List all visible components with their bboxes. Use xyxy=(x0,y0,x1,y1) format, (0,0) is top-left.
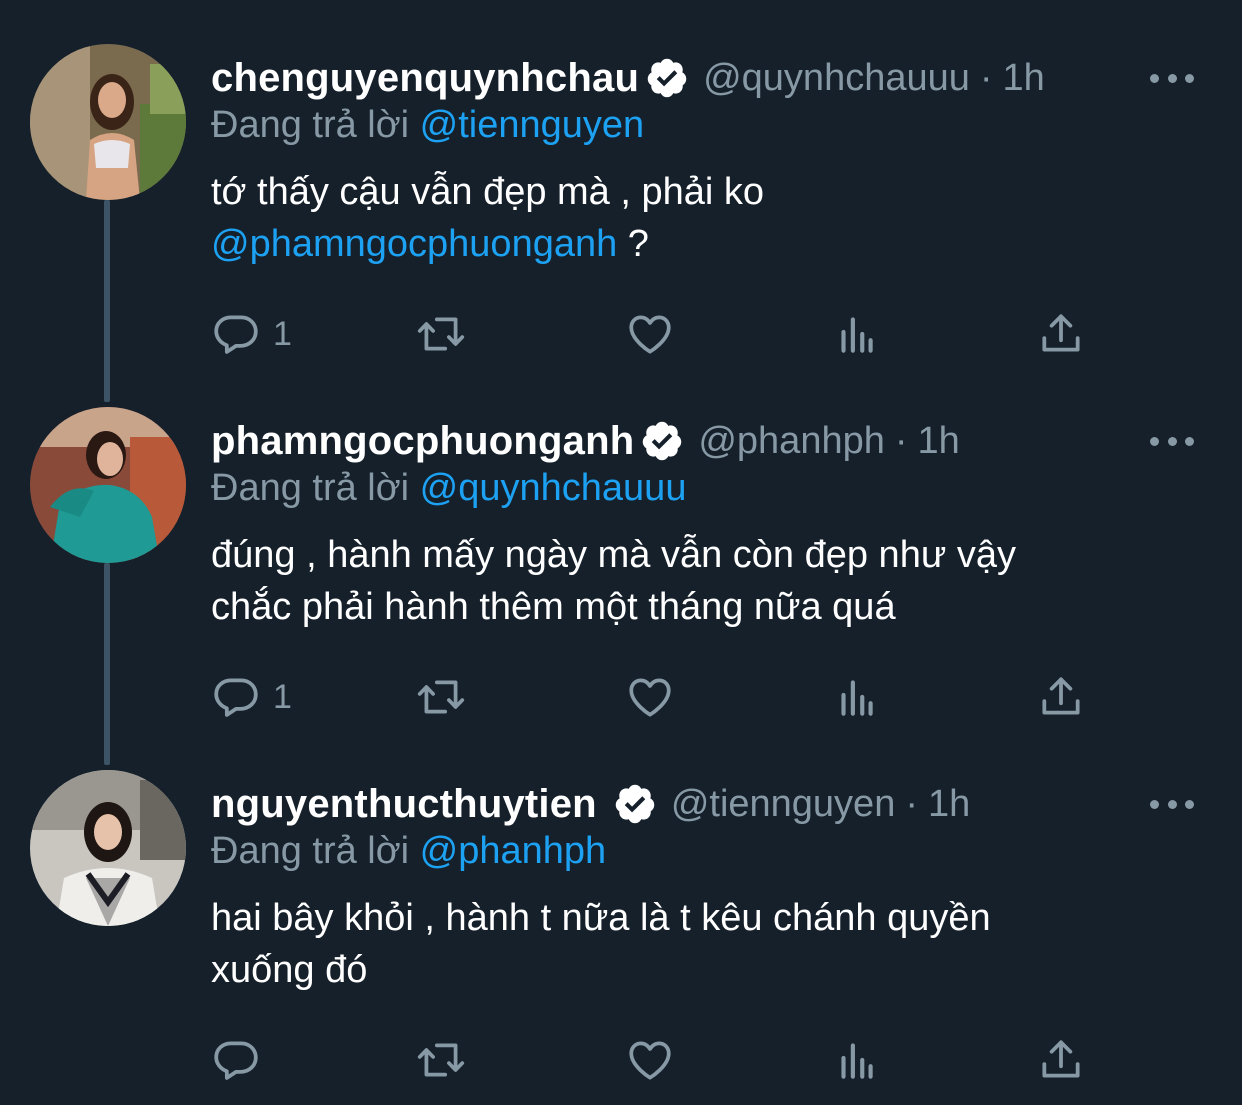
share-button[interactable] xyxy=(1036,1032,1086,1088)
separator: · xyxy=(979,56,993,99)
timestamp[interactable]: 1h xyxy=(928,783,970,826)
tweet-text-suffix: ? xyxy=(617,223,649,265)
avatar[interactable] xyxy=(30,44,186,200)
replying-mention[interactable]: @tiennguyen xyxy=(420,104,645,146)
like-button[interactable] xyxy=(625,1032,675,1088)
action-bar: 1 xyxy=(211,306,1091,362)
handle[interactable]: @quynhchauuu xyxy=(703,57,970,100)
timestamp[interactable]: 1h xyxy=(1003,57,1045,100)
handle[interactable]: @phanhph xyxy=(698,420,885,463)
analytics-icon xyxy=(841,317,873,353)
share-icon xyxy=(1042,314,1080,352)
replying-to: Đang trả lời @tiennguyen xyxy=(211,104,644,147)
tweet-text-line: @phamngocphuonganh ? xyxy=(211,218,1171,270)
retweet-icon xyxy=(417,680,465,714)
tweet-text: hai bây khỏi , hành t nữa là t kêu chánh… xyxy=(211,892,1171,996)
analytics-icon xyxy=(841,1043,873,1079)
verified-icon xyxy=(615,784,655,824)
tweet-text-line: tớ thấy cậu vẫn đẹp mà , phải ko xyxy=(211,171,765,213)
avatar[interactable] xyxy=(30,770,186,926)
mention-link[interactable]: @phamngocphuonganh xyxy=(211,223,617,265)
replying-prefix: Đang trả lời xyxy=(211,830,410,872)
like-icon xyxy=(629,678,671,717)
analytics-icon xyxy=(841,680,873,716)
share-icon xyxy=(1042,677,1080,715)
replying-to: Đang trả lời @phanhph xyxy=(211,830,606,873)
separator: · xyxy=(894,419,908,462)
tweet-text-line: đúng , hành mấy ngày mà vẫn còn đẹp như … xyxy=(211,534,1016,576)
reply-icon xyxy=(214,678,258,717)
like-button[interactable] xyxy=(625,306,675,362)
tweet-header: nguyenthucthuytien @tiennguyen · 1h xyxy=(211,774,970,834)
reply-button[interactable] xyxy=(211,1032,273,1088)
like-icon xyxy=(629,1041,671,1080)
replying-to: Đang trả lời @quynhchauuu xyxy=(211,467,686,510)
share-button[interactable] xyxy=(1036,306,1086,362)
tweet[interactable]: chenguyenquynhchau @quynhchauuu · 1h Đan… xyxy=(0,44,1242,384)
reply-button[interactable]: 1 xyxy=(211,669,292,725)
tweet-header: chenguyenquynhchau @quynhchauuu · 1h xyxy=(211,48,1045,108)
tweet-text: đúng , hành mấy ngày mà vẫn còn đẹp như … xyxy=(211,529,1171,633)
analytics-button[interactable] xyxy=(831,669,881,725)
analytics-button[interactable] xyxy=(831,306,881,362)
like-icon xyxy=(629,315,671,354)
tweet[interactable]: nguyenthucthuytien @tiennguyen · 1h Đang… xyxy=(0,770,1242,1100)
more-icon[interactable] xyxy=(1150,421,1194,461)
share-icon xyxy=(1042,1040,1080,1078)
more-icon[interactable] xyxy=(1150,784,1194,824)
replying-prefix: Đang trả lời xyxy=(211,467,410,509)
avatar[interactable] xyxy=(30,407,186,563)
retweet-icon xyxy=(417,317,465,351)
retweet-button[interactable] xyxy=(416,1032,466,1088)
reply-icon xyxy=(214,315,258,354)
handle[interactable]: @tiennguyen xyxy=(671,783,896,826)
action-bar: 1 xyxy=(211,669,1091,725)
display-name[interactable]: phamngocphuonganh xyxy=(211,419,634,464)
replying-prefix: Đang trả lời xyxy=(211,104,410,146)
display-name[interactable]: nguyenthucthuytien xyxy=(211,782,597,827)
retweet-icon xyxy=(417,1043,465,1077)
tweet-text-line: xuống đó xyxy=(211,949,368,991)
like-button[interactable] xyxy=(625,669,675,725)
tweet-header: phamngocphuonganh @phanhph · 1h xyxy=(211,411,960,471)
analytics-button[interactable] xyxy=(831,1032,881,1088)
verified-icon xyxy=(643,421,682,461)
tweet-text-line: chắc phải hành thêm một tháng nữa quá xyxy=(211,586,896,628)
tweet-text: tớ thấy cậu vẫn đẹp mà , phải ko @phamng… xyxy=(211,166,1171,270)
tweet-text-line: hai bây khỏi , hành t nữa là t kêu chánh… xyxy=(211,897,991,939)
verified-icon xyxy=(647,58,687,98)
reply-count: 1 xyxy=(273,677,292,716)
reply-icon xyxy=(214,1041,258,1080)
reply-button[interactable]: 1 xyxy=(211,306,292,362)
separator: · xyxy=(905,782,918,825)
more-icon[interactable] xyxy=(1150,58,1194,98)
replying-mention[interactable]: @quynhchauuu xyxy=(420,467,687,509)
reply-count: 1 xyxy=(273,314,292,353)
replying-mention[interactable]: @phanhph xyxy=(420,830,607,872)
timestamp[interactable]: 1h xyxy=(918,420,960,463)
retweet-button[interactable] xyxy=(416,669,466,725)
retweet-button[interactable] xyxy=(416,306,466,362)
share-button[interactable] xyxy=(1036,669,1086,725)
action-bar xyxy=(211,1032,1091,1088)
display-name[interactable]: chenguyenquynhchau xyxy=(211,56,639,101)
tweet[interactable]: phamngocphuonganh @phanhph · 1h Đang trả… xyxy=(0,407,1242,747)
